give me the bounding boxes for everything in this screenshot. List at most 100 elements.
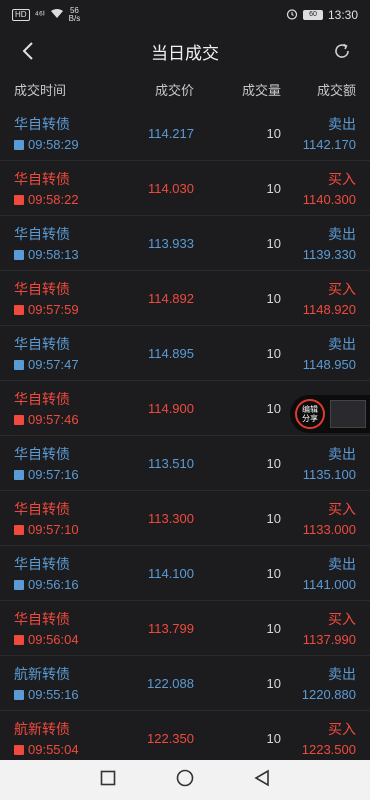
share-floating-button[interactable]: 编辑分享 bbox=[290, 395, 370, 433]
side-tag-icon: 买 bbox=[14, 304, 24, 315]
trade-amount: 1133.000 bbox=[302, 522, 356, 537]
trade-time-line: 卖 09:56:16 bbox=[14, 577, 124, 592]
trade-amount-cell: 买入 1223.500 bbox=[281, 719, 356, 757]
bond-name: 华自转债 bbox=[14, 226, 70, 242]
trade-price: 114.892 bbox=[147, 290, 194, 306]
trade-price: 114.100 bbox=[147, 565, 194, 581]
signal-icon: ⁴⁶ᴵ bbox=[34, 9, 45, 21]
trade-amount-cell: 卖出 1148.950 bbox=[281, 334, 356, 372]
trade-qty: 10 bbox=[266, 675, 281, 691]
alarm-icon bbox=[286, 8, 298, 23]
trade-amount-cell: 买入 1137.990 bbox=[281, 609, 356, 647]
trade-time: 09:58:29 bbox=[28, 137, 79, 152]
bond-name: 华自转债 bbox=[14, 556, 70, 572]
trade-amount-cell: 买入 1148.920 bbox=[281, 279, 356, 317]
trade-qty: 10 bbox=[266, 565, 281, 581]
trade-price: 114.895 bbox=[147, 345, 194, 361]
trade-row[interactable]: 华自转债 买 09:58:22 114.030 10 买入 1140.300 bbox=[0, 161, 370, 216]
trade-amount-cell: 卖出 1142.170 bbox=[281, 114, 356, 152]
wifi-icon bbox=[50, 8, 64, 22]
trade-time: 09:57:47 bbox=[28, 357, 79, 372]
trade-price: 114.217 bbox=[147, 125, 194, 141]
trade-row[interactable]: 华自转债 买 09:56:04 113.799 10 买入 1137.990 bbox=[0, 601, 370, 656]
trade-time-line: 买 09:55:04 bbox=[14, 742, 124, 757]
trade-time-cell: 航新转债 买 09:55:04 bbox=[14, 719, 124, 757]
trade-row[interactable]: 华自转债 卖 09:58:29 114.217 10 卖出 1142.170 bbox=[0, 106, 370, 161]
trade-time-cell: 华自转债 卖 09:56:16 bbox=[14, 554, 124, 592]
trade-time-cell: 华自转债 买 09:57:59 bbox=[14, 279, 124, 317]
trade-time-cell: 华自转债 卖 09:57:47 bbox=[14, 334, 124, 372]
trade-time: 09:57:16 bbox=[28, 467, 79, 482]
trade-time-cell: 华自转债 卖 09:58:29 bbox=[14, 114, 124, 152]
trade-direction: 卖出 bbox=[328, 336, 356, 352]
column-qty: 成交量 bbox=[241, 82, 281, 98]
trade-time-line: 买 09:56:04 bbox=[14, 632, 124, 647]
trade-row[interactable]: 航新转债 卖 09:55:16 122.088 10 卖出 1220.880 bbox=[0, 656, 370, 711]
bond-name: 航新转债 bbox=[14, 666, 70, 682]
status-bar: HD ⁴⁶ᴵ 56 B/s 60 13:30 bbox=[0, 0, 370, 30]
trade-qty: 10 bbox=[266, 510, 281, 526]
back-button[interactable] bbox=[14, 37, 42, 65]
trade-price: 122.088 bbox=[147, 675, 194, 691]
trade-direction: 卖出 bbox=[328, 226, 356, 242]
trade-amount-cell: 卖出 1220.880 bbox=[281, 664, 356, 702]
system-nav-bar bbox=[0, 760, 370, 800]
trade-price: 113.799 bbox=[147, 620, 194, 636]
trade-time: 09:57:10 bbox=[28, 522, 79, 537]
trade-time: 09:56:16 bbox=[28, 577, 79, 592]
bond-name: 华自转债 bbox=[14, 336, 70, 352]
status-right: 60 13:30 bbox=[286, 8, 358, 23]
trade-row[interactable]: 华自转债 卖 09:58:13 113.933 10 卖出 1139.330 bbox=[0, 216, 370, 271]
trade-qty: 10 bbox=[266, 730, 281, 746]
share-edit-icon: 编辑分享 bbox=[295, 399, 325, 429]
trade-time: 09:57:46 bbox=[28, 412, 79, 427]
trade-time-cell: 华自转债 买 09:58:22 bbox=[14, 169, 124, 207]
trade-price: 113.933 bbox=[147, 235, 194, 251]
trade-time: 09:55:04 bbox=[28, 742, 79, 757]
bond-name: 华自转债 bbox=[14, 501, 70, 517]
trade-amount: 1220.880 bbox=[301, 687, 356, 702]
trade-time-line: 买 09:57:59 bbox=[14, 302, 124, 317]
trade-qty: 10 bbox=[266, 400, 281, 416]
trade-time-cell: 航新转债 卖 09:55:16 bbox=[14, 664, 124, 702]
side-tag-icon: 卖 bbox=[14, 249, 24, 260]
trade-amount: 1140.300 bbox=[302, 192, 356, 207]
trade-direction: 买入 bbox=[328, 501, 356, 517]
bond-name: 华自转债 bbox=[14, 171, 70, 187]
screenshot-thumbnail bbox=[330, 400, 366, 428]
trade-row[interactable]: 航新转债 买 09:55:04 122.350 10 买入 1223.500 bbox=[0, 711, 370, 766]
trade-row[interactable]: 华自转债 买 09:57:59 114.892 10 买入 1148.920 bbox=[0, 271, 370, 326]
trade-row[interactable]: 华自转债 卖 09:57:16 113.510 10 卖出 1135.100 bbox=[0, 436, 370, 491]
trade-time: 09:55:16 bbox=[28, 687, 79, 702]
recent-apps-button[interactable] bbox=[100, 770, 116, 791]
bond-name: 华自转债 bbox=[14, 116, 70, 132]
trade-row[interactable]: 华自转债 买 09:57:10 113.300 10 买入 1133.000 bbox=[0, 491, 370, 546]
trade-qty: 10 bbox=[266, 125, 281, 141]
trade-time-cell: 华自转债 买 09:57:46 bbox=[14, 389, 124, 427]
trade-row[interactable]: 华自转债 卖 09:57:47 114.895 10 卖出 1148.950 bbox=[0, 326, 370, 381]
refresh-button[interactable] bbox=[328, 37, 356, 65]
column-header: 成交时间 成交价 成交量 成交额 bbox=[0, 72, 370, 106]
column-price: 成交价 bbox=[154, 82, 194, 98]
network-speed-unit: B/s bbox=[68, 14, 81, 23]
bond-name: 华自转债 bbox=[14, 281, 70, 297]
trade-time-line: 买 09:58:22 bbox=[14, 192, 124, 207]
back-nav-button[interactable] bbox=[254, 769, 270, 792]
bond-name: 华自转债 bbox=[14, 391, 70, 407]
trade-amount: 1142.170 bbox=[302, 137, 356, 152]
trade-row[interactable]: 华自转债 卖 09:56:16 114.100 10 卖出 1141.000 bbox=[0, 546, 370, 601]
trade-time-cell: 华自转债 买 09:56:04 bbox=[14, 609, 124, 647]
trade-time-line: 买 09:57:10 bbox=[14, 522, 124, 537]
trade-amount: 1135.100 bbox=[302, 467, 356, 482]
trade-time-cell: 华自转债 卖 09:58:13 bbox=[14, 224, 124, 262]
side-tag-icon: 买 bbox=[14, 524, 24, 535]
column-time: 成交时间 bbox=[14, 82, 67, 98]
trade-amount-cell: 卖出 1135.100 bbox=[281, 444, 356, 482]
trade-price: 113.300 bbox=[147, 510, 194, 526]
trade-direction: 买入 bbox=[328, 171, 356, 187]
trade-direction: 卖出 bbox=[328, 446, 356, 462]
trade-amount: 1148.920 bbox=[302, 302, 356, 317]
home-button[interactable] bbox=[176, 769, 194, 792]
trade-direction: 买入 bbox=[328, 721, 356, 737]
trade-time: 09:58:13 bbox=[28, 247, 79, 262]
